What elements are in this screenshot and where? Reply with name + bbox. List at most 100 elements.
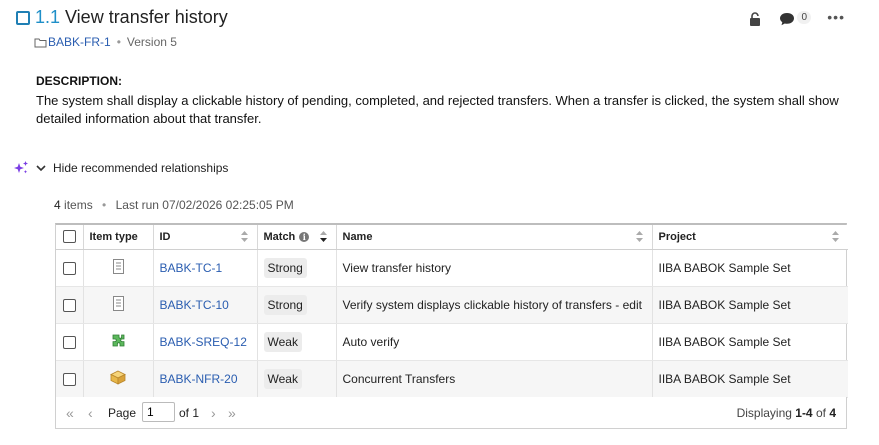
table-header-row: Item type ID Match i Name Project <box>56 225 848 250</box>
item-header: 1.1 View transfer history 0 ••• <box>16 6 859 32</box>
row-checkbox[interactable] <box>62 298 76 312</box>
previous-page-icon[interactable]: ‹ <box>88 405 93 421</box>
table-row[interactable]: BABK-TC-1 Strong View transfer history I… <box>56 249 848 287</box>
table-row[interactable]: BABK-SREQ-12 Weak Auto verify IIBA BABOK… <box>56 323 848 361</box>
last-run: Last run 07/02/2026 02:25:05 PM <box>115 198 294 212</box>
column-item-type-label: Item type <box>89 230 138 243</box>
match-badge: Weak <box>263 368 302 389</box>
column-match[interactable]: Match i <box>257 225 337 250</box>
row-select-cell <box>56 360 84 398</box>
item-meta: BABK-FR-1 • Version 5 <box>34 35 177 49</box>
item-type-cell <box>83 249 154 287</box>
item-title[interactable]: View transfer history <box>65 7 228 28</box>
box-icon <box>110 370 126 385</box>
table-row[interactable]: BABK-TC-10 Strong Verify system displays… <box>56 286 848 324</box>
next-page-icon[interactable]: › <box>211 405 216 421</box>
page-label: Page <box>108 406 137 420</box>
column-item-type: Item type <box>83 225 154 250</box>
id-cell: BABK-TC-10 <box>153 286 258 324</box>
select-all-checkbox[interactable] <box>62 230 76 244</box>
match-badge: Strong <box>263 257 307 278</box>
page-total-label: of 1 <box>179 406 200 420</box>
folder-icon <box>34 38 47 47</box>
name-cell: Verify system displays clickable history… <box>336 286 653 324</box>
summary-separator: • <box>102 198 107 212</box>
last-page-icon[interactable]: » <box>228 405 236 421</box>
name-cell: View transfer history <box>336 249 653 287</box>
displaying-total: 4 <box>829 406 836 420</box>
pagination-bar: « ‹ Page of 1 › » Displaying 1-4 of 4 <box>55 397 847 429</box>
test-case-icon <box>112 258 124 274</box>
sort-descending-icon[interactable] <box>319 230 328 243</box>
recommended-relationships-toggle[interactable]: Hide recommended relationships <box>14 160 228 175</box>
comment-count-badge: 0 <box>797 11 811 24</box>
item-type-cell <box>83 286 154 324</box>
sparkle-icon <box>14 161 28 174</box>
row-checkbox[interactable] <box>62 335 76 349</box>
test-case-icon <box>112 295 124 311</box>
id-cell: BABK-TC-1 <box>153 249 258 287</box>
item-number: 1.1 <box>35 7 61 27</box>
info-icon[interactable]: i <box>299 231 310 242</box>
row-select-cell <box>56 286 84 324</box>
comment-icon[interactable] <box>779 12 795 26</box>
item-id-link[interactable]: BABK-TC-10 <box>160 298 229 312</box>
first-page-icon[interactable]: « <box>66 405 74 421</box>
row-checkbox[interactable] <box>62 372 76 386</box>
items-word: items <box>64 198 93 212</box>
id-cell: BABK-SREQ-12 <box>153 323 258 361</box>
requirement-type-icon <box>16 11 30 25</box>
column-project-label: Project <box>658 230 696 243</box>
column-id-label: ID <box>159 230 171 243</box>
match-cell: Strong <box>257 286 337 324</box>
select-all-cell <box>56 225 84 250</box>
project-cell: IIBA BABOK Sample Set <box>652 360 848 398</box>
item-id-link[interactable]: BABK-TC-1 <box>160 261 223 275</box>
item-id-link[interactable]: BABK-NFR-20 <box>160 372 238 386</box>
chevron-down-icon <box>36 164 46 171</box>
row-select-cell <box>56 323 84 361</box>
column-id[interactable]: ID <box>153 225 258 250</box>
row-checkbox[interactable] <box>62 261 76 275</box>
project-cell: IIBA BABOK Sample Set <box>652 323 848 361</box>
displaying-of: of <box>815 406 826 420</box>
match-cell: Strong <box>257 249 337 287</box>
column-project[interactable]: Project <box>652 225 848 250</box>
id-cell: BABK-NFR-20 <box>153 360 258 398</box>
item-id-link[interactable]: BABK-SREQ-12 <box>160 335 247 349</box>
relationships-summary: 4 items • Last run 07/02/2026 02:25:05 P… <box>54 198 294 212</box>
table-row[interactable]: BABK-NFR-20 Weak Concurrent Transfers II… <box>56 360 848 398</box>
description-text: The system shall display a clickable his… <box>36 93 839 126</box>
description-label: DESCRIPTION: <box>36 74 123 88</box>
displaying-prefix: Displaying <box>736 406 792 420</box>
displaying-summary: Displaying 1-4 of 4 <box>737 406 836 420</box>
more-options-icon[interactable]: ••• <box>827 9 845 25</box>
lock-icon[interactable] <box>749 12 761 26</box>
displaying-range: 1-4 <box>795 406 813 420</box>
match-badge: Strong <box>263 294 307 315</box>
column-match-label: Match <box>263 230 296 243</box>
sort-icon[interactable] <box>831 230 840 243</box>
match-badge: Weak <box>263 331 302 352</box>
meta-separator: • <box>116 35 121 49</box>
items-count: 4 <box>54 198 61 212</box>
project-cell: IIBA BABOK Sample Set <box>652 249 848 287</box>
item-type-cell <box>83 323 154 361</box>
document-link[interactable]: BABK-FR-1 <box>48 35 111 49</box>
sort-icon[interactable] <box>240 230 249 243</box>
name-cell: Concurrent Transfers <box>336 360 653 398</box>
sort-icon[interactable] <box>635 230 644 243</box>
name-cell: Auto verify <box>336 323 653 361</box>
puzzle-icon <box>112 334 124 346</box>
column-name-label: Name <box>342 230 373 243</box>
column-name[interactable]: Name <box>336 225 653 250</box>
row-select-cell <box>56 249 84 287</box>
match-cell: Weak <box>257 360 337 398</box>
match-cell: Weak <box>257 323 337 361</box>
toggle-label: Hide recommended relationships <box>53 160 229 175</box>
page-number-input[interactable] <box>142 402 175 422</box>
relationships-grid: Item type ID Match i Name Project BABK-T… <box>55 223 848 399</box>
version-label: Version 5 <box>126 35 177 49</box>
project-cell: IIBA BABOK Sample Set <box>652 286 848 324</box>
item-type-cell <box>83 360 154 398</box>
